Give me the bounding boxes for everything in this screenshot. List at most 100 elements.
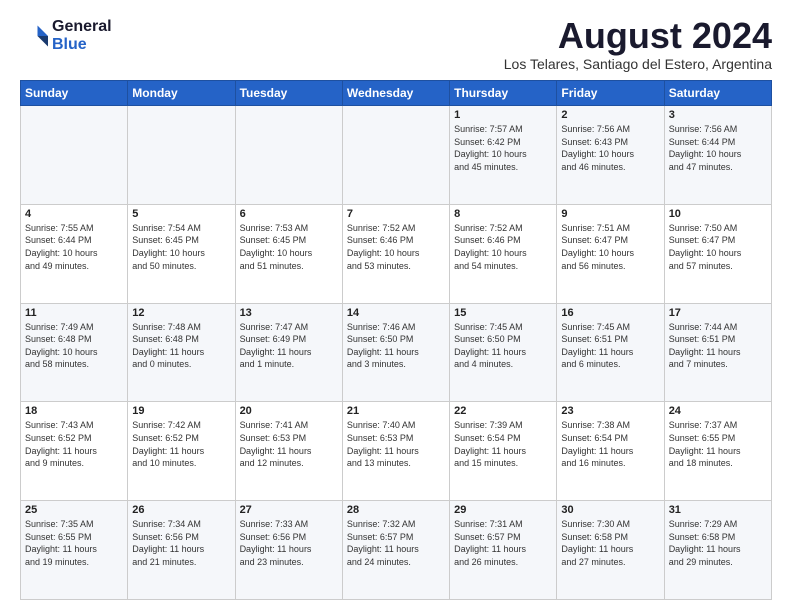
calendar-cell: 9 Sunrise: 7:51 AM Sunset: 6:47 PM Daylig…	[557, 204, 664, 303]
logo-line2: Blue	[52, 36, 112, 54]
day-info: Sunrise: 7:30 AM Sunset: 6:58 PM Dayligh…	[561, 518, 659, 568]
day-number: 26	[132, 504, 230, 516]
calendar-cell: 14 Sunrise: 7:46 AM Sunset: 6:50 PM Dayli…	[342, 303, 449, 402]
calendar-cell: 12 Sunrise: 7:48 AM Sunset: 6:48 PM Dayli…	[128, 303, 235, 402]
day-info: Sunrise: 7:45 AM Sunset: 6:51 PM Dayligh…	[561, 321, 659, 371]
day-info: Sunrise: 7:44 AM Sunset: 6:51 PM Dayligh…	[669, 321, 767, 371]
day-number: 15	[454, 307, 552, 319]
day-info: Sunrise: 7:48 AM Sunset: 6:48 PM Dayligh…	[132, 321, 230, 371]
day-info: Sunrise: 7:56 AM Sunset: 6:44 PM Dayligh…	[669, 123, 767, 173]
day-number: 17	[669, 307, 767, 319]
day-info: Sunrise: 7:47 AM Sunset: 6:49 PM Dayligh…	[240, 321, 338, 371]
day-info: Sunrise: 7:37 AM Sunset: 6:55 PM Dayligh…	[669, 419, 767, 469]
day-info: Sunrise: 7:49 AM Sunset: 6:48 PM Dayligh…	[25, 321, 123, 371]
day-number: 14	[347, 307, 445, 319]
column-header-saturday: Saturday	[664, 81, 771, 106]
day-info: Sunrise: 7:45 AM Sunset: 6:50 PM Dayligh…	[454, 321, 552, 371]
calendar-cell: 15 Sunrise: 7:45 AM Sunset: 6:50 PM Dayli…	[450, 303, 557, 402]
day-info: Sunrise: 7:41 AM Sunset: 6:53 PM Dayligh…	[240, 419, 338, 469]
day-info: Sunrise: 7:57 AM Sunset: 6:42 PM Dayligh…	[454, 123, 552, 173]
day-number: 24	[669, 405, 767, 417]
calendar-subtitle: Los Telares, Santiago del Estero, Argent…	[504, 56, 772, 72]
day-info: Sunrise: 7:52 AM Sunset: 6:46 PM Dayligh…	[347, 222, 445, 272]
header: General Blue August 2024 Los Telares, Sa…	[20, 18, 772, 72]
calendar-header-row: SundayMondayTuesdayWednesdayThursdayFrid…	[21, 81, 772, 106]
day-number: 13	[240, 307, 338, 319]
column-header-monday: Monday	[128, 81, 235, 106]
day-number: 8	[454, 208, 552, 220]
calendar-cell: 19 Sunrise: 7:42 AM Sunset: 6:52 PM Dayli…	[128, 402, 235, 501]
column-header-thursday: Thursday	[450, 81, 557, 106]
day-info: Sunrise: 7:51 AM Sunset: 6:47 PM Dayligh…	[561, 222, 659, 272]
day-number: 9	[561, 208, 659, 220]
day-number: 30	[561, 504, 659, 516]
calendar-cell: 29Sunrise: 7:31 AM Sunset: 6:57 PM Dayli…	[450, 501, 557, 600]
logo: General Blue	[20, 18, 112, 53]
column-header-sunday: Sunday	[21, 81, 128, 106]
day-info: Sunrise: 7:31 AM Sunset: 6:57 PM Dayligh…	[454, 518, 552, 568]
calendar-cell: 27 Sunrise: 7:33 AM Sunset: 6:56 PM Dayli…	[235, 501, 342, 600]
calendar-cell: 22Sunrise: 7:39 AM Sunset: 6:54 PM Dayli…	[450, 402, 557, 501]
calendar-cell: 3 Sunrise: 7:56 AM Sunset: 6:44 PM Daylig…	[664, 106, 771, 205]
day-info: Sunrise: 7:39 AM Sunset: 6:54 PM Dayligh…	[454, 419, 552, 469]
calendar-week-2: 4Sunrise: 7:55 AM Sunset: 6:44 PM Daylig…	[21, 204, 772, 303]
column-header-wednesday: Wednesday	[342, 81, 449, 106]
day-info: Sunrise: 7:43 AM Sunset: 6:52 PM Dayligh…	[25, 419, 123, 469]
day-info: Sunrise: 7:34 AM Sunset: 6:56 PM Dayligh…	[132, 518, 230, 568]
logo-icon	[20, 22, 48, 50]
day-info: Sunrise: 7:53 AM Sunset: 6:45 PM Dayligh…	[240, 222, 338, 272]
day-number: 2	[561, 109, 659, 121]
calendar-cell: 23Sunrise: 7:38 AM Sunset: 6:54 PM Dayli…	[557, 402, 664, 501]
day-number: 6	[240, 208, 338, 220]
day-number: 19	[132, 405, 230, 417]
calendar-cell: 6 Sunrise: 7:53 AM Sunset: 6:45 PM Daylig…	[235, 204, 342, 303]
day-info: Sunrise: 7:54 AM Sunset: 6:45 PM Dayligh…	[132, 222, 230, 272]
day-number: 23	[561, 405, 659, 417]
calendar-title: August 2024	[504, 18, 772, 54]
day-number: 5	[132, 208, 230, 220]
column-header-friday: Friday	[557, 81, 664, 106]
page: General Blue August 2024 Los Telares, Sa…	[0, 0, 792, 612]
calendar-cell: 18 Sunrise: 7:43 AM Sunset: 6:52 PM Dayli…	[21, 402, 128, 501]
calendar-cell: 31 Sunrise: 7:29 AM Sunset: 6:58 PM Dayli…	[664, 501, 771, 600]
calendar-cell	[21, 106, 128, 205]
calendar-cell	[235, 106, 342, 205]
day-number: 7	[347, 208, 445, 220]
title-section: August 2024 Los Telares, Santiago del Es…	[504, 18, 772, 72]
day-number: 10	[669, 208, 767, 220]
calendar-cell	[128, 106, 235, 205]
day-info: Sunrise: 7:56 AM Sunset: 6:43 PM Dayligh…	[561, 123, 659, 173]
day-info: Sunrise: 7:50 AM Sunset: 6:47 PM Dayligh…	[669, 222, 767, 272]
day-number: 27	[240, 504, 338, 516]
calendar-cell: 10 Sunrise: 7:50 AM Sunset: 6:47 PM Dayli…	[664, 204, 771, 303]
calendar-cell: 28Sunrise: 7:32 AM Sunset: 6:57 PM Dayli…	[342, 501, 449, 600]
calendar-cell: 21 Sunrise: 7:40 AM Sunset: 6:53 PM Dayli…	[342, 402, 449, 501]
day-number: 28	[347, 504, 445, 516]
day-info: Sunrise: 7:42 AM Sunset: 6:52 PM Dayligh…	[132, 419, 230, 469]
day-number: 1	[454, 109, 552, 121]
calendar-cell: 30 Sunrise: 7:30 AM Sunset: 6:58 PM Dayli…	[557, 501, 664, 600]
day-info: Sunrise: 7:40 AM Sunset: 6:53 PM Dayligh…	[347, 419, 445, 469]
calendar-cell: 4Sunrise: 7:55 AM Sunset: 6:44 PM Daylig…	[21, 204, 128, 303]
day-info: Sunrise: 7:52 AM Sunset: 6:46 PM Dayligh…	[454, 222, 552, 272]
calendar-cell: 17 Sunrise: 7:44 AM Sunset: 6:51 PM Dayli…	[664, 303, 771, 402]
day-info: Sunrise: 7:33 AM Sunset: 6:56 PM Dayligh…	[240, 518, 338, 568]
day-info: Sunrise: 7:29 AM Sunset: 6:58 PM Dayligh…	[669, 518, 767, 568]
day-number: 3	[669, 109, 767, 121]
calendar-cell: 20 Sunrise: 7:41 AM Sunset: 6:53 PM Dayli…	[235, 402, 342, 501]
calendar-week-5: 25Sunrise: 7:35 AM Sunset: 6:55 PM Dayli…	[21, 501, 772, 600]
day-number: 18	[25, 405, 123, 417]
day-info: Sunrise: 7:46 AM Sunset: 6:50 PM Dayligh…	[347, 321, 445, 371]
day-number: 31	[669, 504, 767, 516]
day-number: 12	[132, 307, 230, 319]
calendar-cell: 8 Sunrise: 7:52 AM Sunset: 6:46 PM Daylig…	[450, 204, 557, 303]
day-number: 21	[347, 405, 445, 417]
calendar-cell: 24 Sunrise: 7:37 AM Sunset: 6:55 PM Dayli…	[664, 402, 771, 501]
day-info: Sunrise: 7:55 AM Sunset: 6:44 PM Dayligh…	[25, 222, 123, 272]
day-number: 20	[240, 405, 338, 417]
calendar-table: SundayMondayTuesdayWednesdayThursdayFrid…	[20, 80, 772, 600]
calendar-cell: 5 Sunrise: 7:54 AM Sunset: 6:45 PM Daylig…	[128, 204, 235, 303]
calendar-week-1: 1 Sunrise: 7:57 AM Sunset: 6:42 PM Daylig…	[21, 106, 772, 205]
calendar-cell: 16Sunrise: 7:45 AM Sunset: 6:51 PM Dayli…	[557, 303, 664, 402]
calendar-cell: 11Sunrise: 7:49 AM Sunset: 6:48 PM Dayli…	[21, 303, 128, 402]
